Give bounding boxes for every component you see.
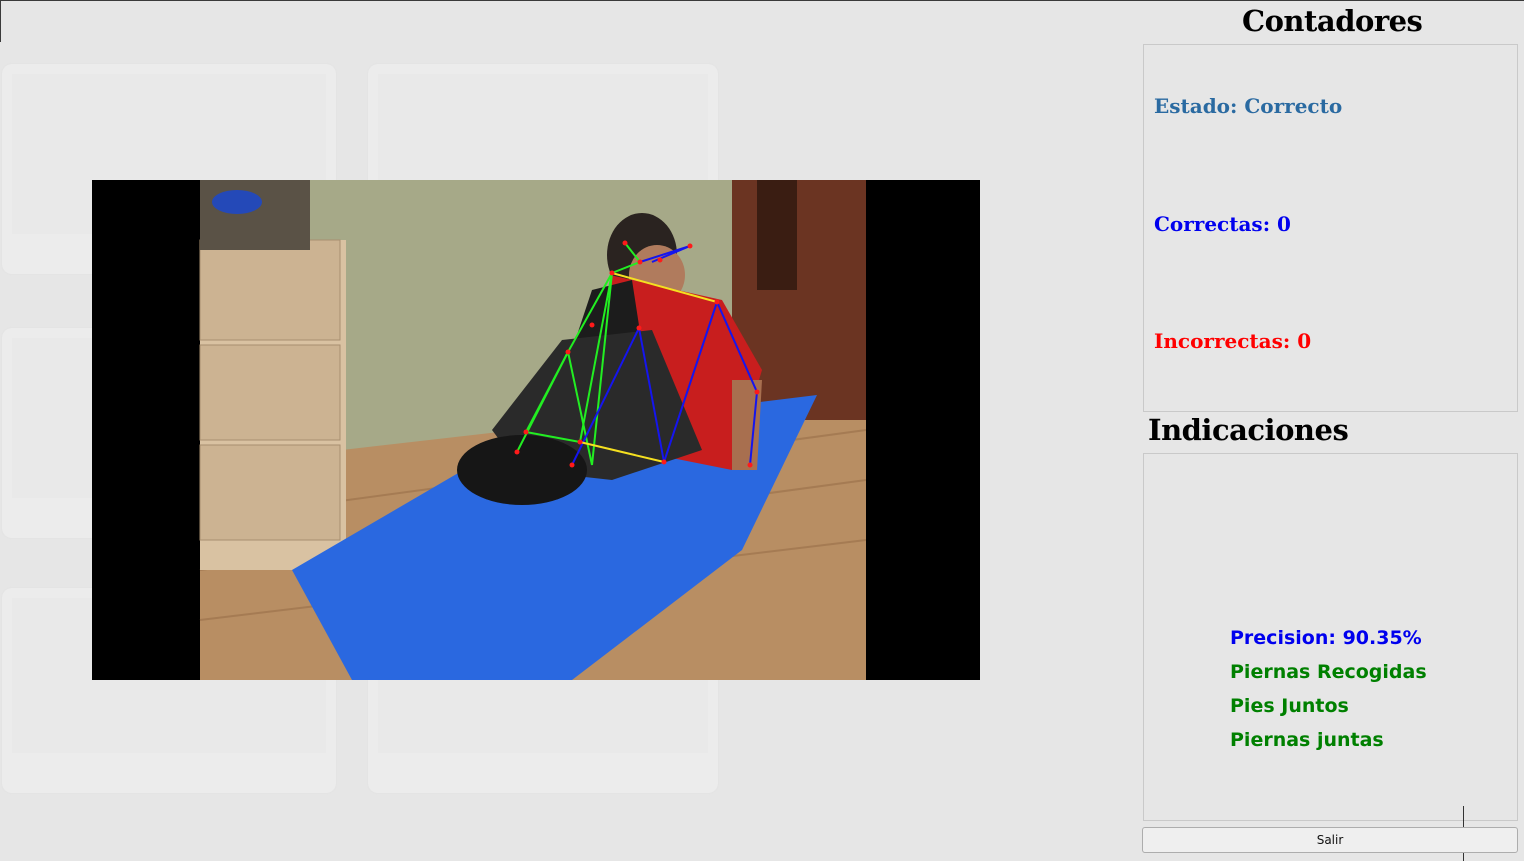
- incorrect-count: Incorrectas: 0: [1154, 329, 1312, 353]
- counters-panel: Estado: Correcto Correctas: 0 Incorrecta…: [1143, 44, 1518, 412]
- correct-count: Correctas: 0: [1154, 212, 1291, 236]
- indications-title: Indicaciones: [1148, 413, 1349, 447]
- camera-scene: [199, 180, 980, 680]
- status-label: Estado: Correcto: [1154, 94, 1343, 118]
- indication-legs-together: Piernas juntas: [1230, 729, 1384, 751]
- camera-feed: [92, 180, 980, 680]
- counters-title: Contadores: [1242, 4, 1423, 38]
- indication-legs-tucked: Piernas Recogidas: [1230, 661, 1427, 683]
- window-top-border: [0, 0, 1524, 1]
- exit-button[interactable]: Salir: [1142, 827, 1518, 853]
- indication-feet-together: Pies Juntos: [1230, 695, 1349, 717]
- precision-text: Precision: 90.35%: [1230, 627, 1422, 649]
- window-left-border: [0, 0, 1, 42]
- indications-panel: Precision: 90.35% Piernas Recogidas Pies…: [1143, 453, 1518, 821]
